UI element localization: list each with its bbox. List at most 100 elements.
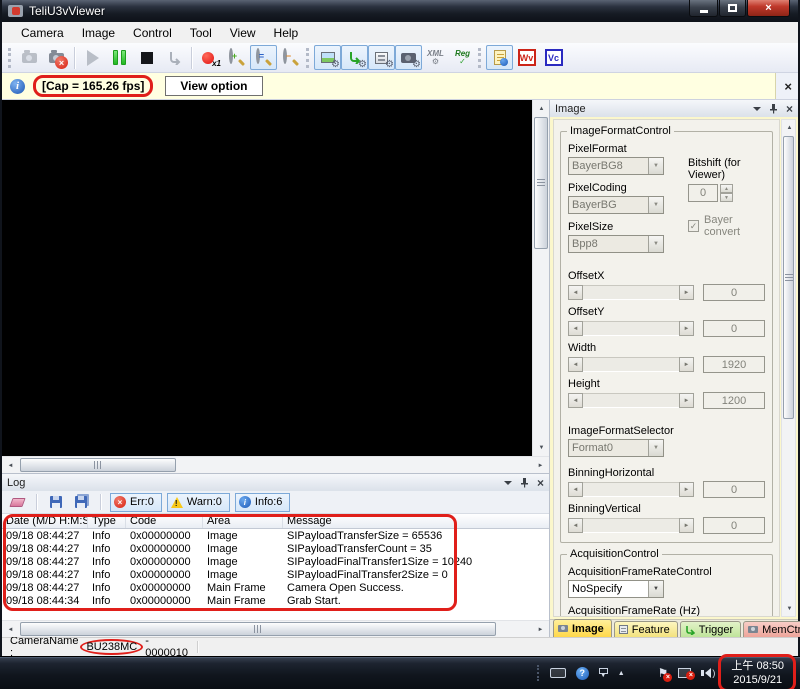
maximize-button[interactable] <box>719 0 746 17</box>
spin-up-icon[interactable]: ▲ <box>720 184 733 193</box>
height-value[interactable]: 1200 <box>703 392 765 409</box>
xml-button[interactable]: XML⚙ <box>422 45 449 70</box>
register-button[interactable]: Reg✓ <box>449 45 476 70</box>
scroll-up-icon[interactable]: ▲ <box>783 121 796 134</box>
slider-right-icon[interactable]: ► <box>679 357 694 372</box>
table-row[interactable]: 09/18 08:44:34 Info 0x00000000 Main Fram… <box>2 594 549 607</box>
column-header-date[interactable]: Date (M/D H:M:S) <box>2 514 88 528</box>
binning-vertical-slider[interactable] <box>583 518 679 533</box>
spin-down-icon[interactable]: ▼ <box>720 193 733 202</box>
error-filter-toggle[interactable]: × Err:0 <box>110 493 162 512</box>
log-panel-toggle[interactable] <box>486 45 513 70</box>
scroll-down-icon[interactable]: ▼ <box>783 602 796 615</box>
show-hidden-icons-button[interactable]: ▲ <box>618 670 625 677</box>
panel-menu-icon[interactable] <box>504 481 512 485</box>
stop-button[interactable] <box>133 45 160 70</box>
column-header-type[interactable]: Type <box>88 514 126 528</box>
toolbar-grip[interactable] <box>8 48 11 68</box>
toolbar-grip[interactable] <box>306 48 309 68</box>
pixel-size-dropdown[interactable]: Bpp8 ▼ <box>568 235 664 253</box>
slider-right-icon[interactable]: ► <box>679 321 694 336</box>
play-button[interactable] <box>79 45 106 70</box>
image-display[interactable] <box>2 100 532 456</box>
scroll-right-icon[interactable]: ► <box>533 458 548 473</box>
record-button[interactable]: x1 <box>196 45 223 70</box>
taskbar-clock[interactable]: 上午 08:50 2015/9/21 <box>725 658 794 688</box>
network-status-icon[interactable]: × <box>678 668 691 678</box>
scroll-right-icon[interactable]: ► <box>533 622 548 637</box>
vertical-scroll-thumb[interactable] <box>534 117 548 249</box>
camera-close-button[interactable]: × <box>43 45 70 70</box>
view-option-button[interactable]: View option <box>165 76 262 96</box>
table-row[interactable]: 09/18 08:44:27 Info 0x00000000 Image SIP… <box>2 542 549 555</box>
pixel-coding-dropdown[interactable]: BayerBG ▼ <box>568 196 664 214</box>
column-header-area[interactable]: Area <box>203 514 283 528</box>
scroll-left-icon[interactable]: ◄ <box>3 458 18 473</box>
column-header-message[interactable]: Message <box>283 514 549 528</box>
scroll-left-icon[interactable]: ◄ <box>3 622 18 637</box>
slider-left-icon[interactable]: ◄ <box>568 393 583 408</box>
tab-trigger[interactable]: Trigger <box>680 621 741 637</box>
menu-tool[interactable]: Tool <box>181 24 221 42</box>
camera-open-button[interactable] <box>16 45 43 70</box>
slider-right-icon[interactable]: ► <box>679 285 694 300</box>
pin-icon[interactable] <box>769 103 778 114</box>
tray-grip[interactable] <box>537 665 540 681</box>
slider-right-icon[interactable]: ► <box>679 393 694 408</box>
width-value[interactable]: 1920 <box>703 356 765 373</box>
memctrl-panel-toggle[interactable]: ⚙ <box>395 45 422 70</box>
keyboard-tray-icon[interactable] <box>550 668 566 678</box>
slider-right-icon[interactable]: ► <box>679 482 694 497</box>
offsetx-value[interactable]: 0 <box>703 284 765 301</box>
menu-image[interactable]: Image <box>73 24 124 42</box>
zoom-out-button[interactable]: − <box>277 45 304 70</box>
binning-vertical-value[interactable]: 0 <box>703 517 765 534</box>
help-tray-icon[interactable]: ? <box>576 667 589 680</box>
windows-flag-icon[interactable] <box>635 667 648 680</box>
save-log-button[interactable] <box>46 493 66 512</box>
offsety-slider[interactable] <box>583 321 679 336</box>
slider-left-icon[interactable]: ◄ <box>568 482 583 497</box>
table-row[interactable]: 09/18 08:44:27 Info 0x00000000 Image SIP… <box>2 568 549 581</box>
zoom-in-button[interactable]: + <box>223 45 250 70</box>
tab-memctrl[interactable]: MemCtrl <box>743 621 800 637</box>
window-switch-tray-icon[interactable]: ▼ <box>599 668 608 679</box>
image-panel-toggle[interactable]: ⚙ <box>314 45 341 70</box>
table-row[interactable]: 09/18 08:44:27 Info 0x00000000 Image SIP… <box>2 555 549 568</box>
panel-menu-icon[interactable] <box>753 107 761 111</box>
vertical-scroll-thumb[interactable] <box>783 136 794 419</box>
width-slider[interactable] <box>583 357 679 372</box>
binning-horizontal-value[interactable]: 0 <box>703 481 765 498</box>
panel-vertical-scrollbar[interactable]: ▲ ▼ <box>781 119 796 617</box>
scroll-up-icon[interactable]: ▲ <box>534 101 549 116</box>
menu-view[interactable]: View <box>221 24 265 42</box>
menu-camera[interactable]: Camera <box>12 24 73 42</box>
panel-close-icon[interactable]: × <box>537 478 544 488</box>
pause-button[interactable] <box>106 45 133 70</box>
zoom-fit-button[interactable]: = <box>250 45 277 70</box>
trigger-panel-toggle[interactable]: ⚙ <box>341 45 368 70</box>
image-format-selector-dropdown[interactable]: Format0 ▼ <box>568 439 664 457</box>
binning-horizontal-slider[interactable] <box>583 482 679 497</box>
column-header-code[interactable]: Code <box>126 514 203 528</box>
vc-button[interactable]: Vc <box>540 45 567 70</box>
wv-button[interactable]: Wv <box>513 45 540 70</box>
horizontal-scroll-thumb[interactable] <box>20 458 176 472</box>
volume-icon[interactable]: ) <box>701 668 715 678</box>
table-row[interactable]: 09/18 08:44:27 Info 0x00000000 Image SIP… <box>2 529 549 542</box>
pixel-format-dropdown[interactable]: BayerBG8 ▼ <box>568 157 664 175</box>
menu-help[interactable]: Help <box>265 24 308 42</box>
panel-close-icon[interactable]: × <box>786 104 793 114</box>
slider-left-icon[interactable]: ◄ <box>568 357 583 372</box>
feature-panel-toggle[interactable]: ⚙ <box>368 45 395 70</box>
minimize-button[interactable] <box>689 0 718 17</box>
height-slider[interactable] <box>583 393 679 408</box>
slider-left-icon[interactable]: ◄ <box>568 518 583 533</box>
slider-left-icon[interactable]: ◄ <box>568 321 583 336</box>
warn-filter-toggle[interactable]: Warn:0 <box>167 493 230 512</box>
table-row[interactable]: 09/18 08:44:27 Info 0x00000000 Main Fram… <box>2 581 549 594</box>
tab-image[interactable]: Image <box>553 619 612 637</box>
menu-control[interactable]: Control <box>124 24 181 42</box>
clear-log-button[interactable] <box>7 493 27 512</box>
tab-feature[interactable]: Feature <box>614 621 678 637</box>
